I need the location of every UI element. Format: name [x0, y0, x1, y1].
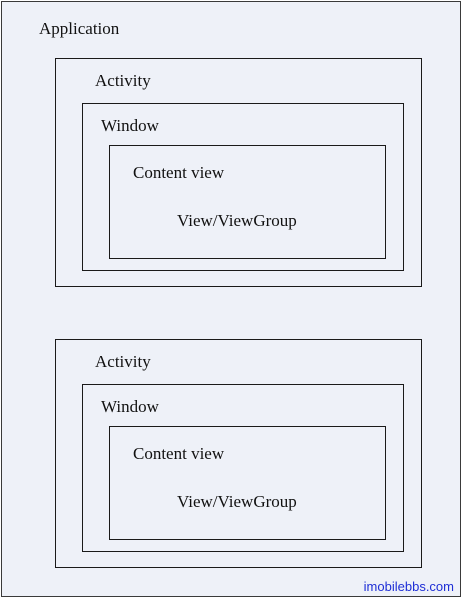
view-viewgroup-label-1: View/ViewGroup	[177, 211, 297, 230]
watermark-text: imobilebbs.com	[363, 579, 454, 594]
window-label-2: Window	[101, 397, 159, 416]
activity-label-2: Activity	[95, 352, 151, 371]
activity-box-1: Activity Window Content view View/ViewGr…	[55, 58, 422, 287]
window-box-1: Window Content view View/ViewGroup	[82, 103, 404, 271]
window-box-2: Window Content view View/ViewGroup	[82, 384, 404, 552]
content-view-box-1: Content view View/ViewGroup	[109, 145, 386, 259]
application-box: Application Activity Window Content view…	[1, 1, 461, 597]
activity-label-1: Activity	[95, 71, 151, 90]
view-viewgroup-label-2: View/ViewGroup	[177, 492, 297, 511]
window-label-1: Window	[101, 116, 159, 135]
content-view-label-1: Content view	[133, 163, 225, 182]
content-view-label-2: Content view	[133, 444, 225, 463]
content-view-box-2: Content view View/ViewGroup	[109, 426, 386, 540]
activity-box-2: Activity Window Content view View/ViewGr…	[55, 339, 422, 568]
application-label: Application	[39, 19, 120, 38]
